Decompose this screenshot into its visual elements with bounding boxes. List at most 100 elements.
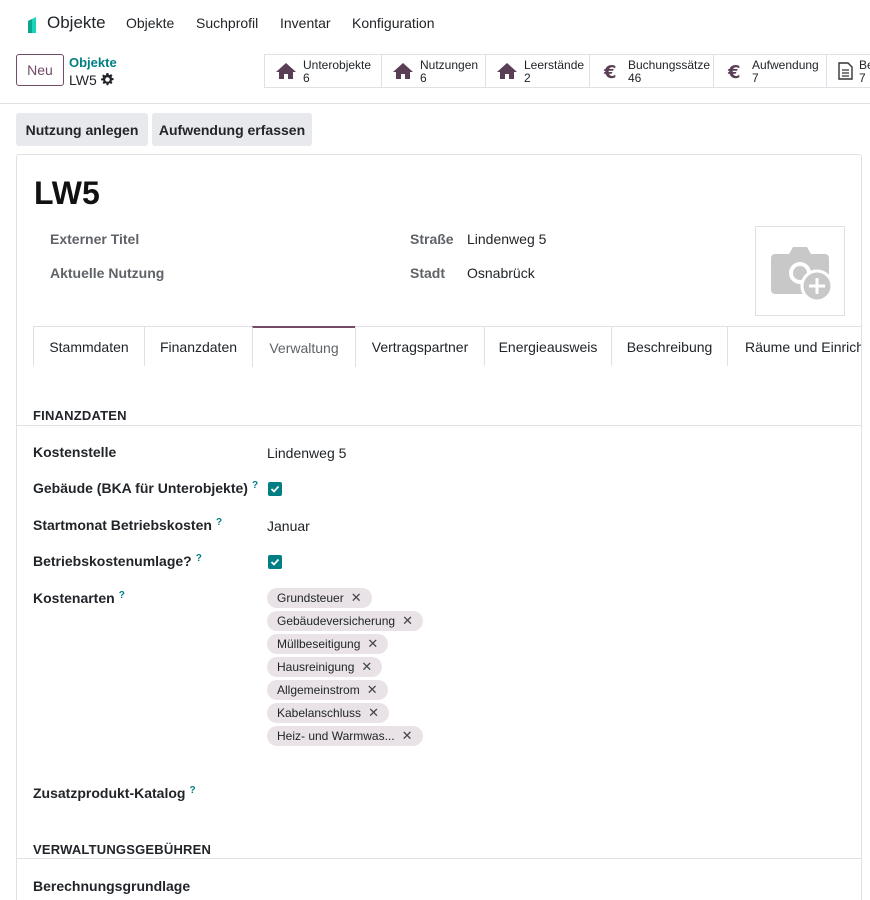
smart-button-label: Leerstände [524, 58, 585, 72]
remove-tag-icon[interactable]: ✕ [402, 613, 413, 629]
cost-type-tag: Hausreinigung ✕ [267, 657, 383, 677]
smart-button-partial[interactable]: Be 7 [827, 55, 870, 87]
checkmark-icon [270, 485, 280, 493]
document-icon [838, 62, 853, 80]
tag-label: Heiz- und Warmwas... [277, 729, 395, 743]
cost-types-label: Kostenarten? [33, 590, 125, 606]
smart-button-aufwendung[interactable]: € Aufwendung 7 [714, 55, 827, 87]
menu-konfiguration[interactable]: Konfiguration [352, 15, 435, 31]
menu-inventar[interactable]: Inventar [280, 15, 331, 31]
allocation-label: Betriebskostenumlage?? [33, 553, 202, 569]
smart-button-buchungssaetze[interactable]: € Buchungssätze 46 [590, 55, 714, 87]
home-icon [393, 63, 413, 79]
tag-label: Gebäudeversicherung [277, 614, 396, 628]
cost-type-tag: Heiz- und Warmwas... ✕ [267, 726, 423, 746]
form-tabs: Stammdaten Finanzdaten Verwaltung Vertra… [33, 326, 861, 367]
cost-center-label: Kostenstelle [33, 444, 117, 460]
current-usage-label: Aktuelle Nutzung [50, 265, 165, 281]
smart-button-label: Unterobjekte [303, 58, 372, 72]
new-button[interactable]: Neu [16, 54, 64, 86]
gear-icon[interactable] [101, 73, 114, 86]
building-checkbox[interactable] [268, 482, 282, 496]
top-navbar: Objekte Objekte Suchprofil Inventar Konf… [0, 0, 870, 46]
tag-label: Hausreinigung [277, 660, 355, 674]
help-tooltip-icon[interactable]: ? [119, 590, 125, 601]
help-tooltip-icon[interactable]: ? [216, 517, 222, 528]
menu-objekte[interactable]: Objekte [126, 15, 174, 31]
remove-tag-icon[interactable]: ✕ [368, 705, 379, 721]
tag-label: Allgemeinstrom [277, 683, 360, 697]
smart-button-count: 6 [420, 71, 427, 85]
record-expense-button[interactable]: Aufwendung erfassen [152, 113, 312, 146]
building-label: Gebäude (BKA für Unterobjekte)? [33, 480, 259, 496]
tab-stammdaten[interactable]: Stammdaten [33, 326, 145, 366]
remove-tag-icon[interactable]: ✕ [402, 728, 413, 744]
form-sheet: LW5 Externer Titel Aktuelle Nutzung Stra… [16, 154, 862, 900]
smart-button-count: 46 [628, 71, 642, 85]
smart-buttons: Unterobjekte 6 Nutzungen 6 Leerstände 2 … [264, 54, 870, 88]
tab-raeume[interactable]: Räume und Einricht [727, 326, 861, 366]
admin-fees-section-title: VERWALTUNGSGEBÜHREN [33, 842, 212, 857]
start-month-value[interactable]: Januar [267, 518, 310, 534]
app-name[interactable]: Objekte [47, 13, 106, 33]
breadcrumb-current: LW5 [69, 72, 97, 88]
home-icon [497, 63, 517, 79]
menu-suchprofil[interactable]: Suchprofil [196, 15, 258, 31]
street-value[interactable]: Lindenweg 5 [467, 231, 546, 247]
smart-button-label: Aufwendung [752, 58, 819, 72]
catalog-label: Zusatzprodukt-Katalog? [33, 785, 196, 801]
cost-type-tag: Allgemeinstrom ✕ [267, 680, 388, 700]
svg-text:€: € [727, 62, 741, 80]
city-label: Stadt [410, 265, 445, 281]
smart-button-unterobjekte[interactable]: Unterobjekte 6 [265, 55, 382, 87]
start-month-label: Startmonat Betriebskosten? [33, 517, 223, 533]
app-logo-icon[interactable] [26, 16, 38, 34]
smart-button-label: Nutzungen [420, 58, 479, 72]
street-label: Straße [410, 231, 454, 247]
section-divider [17, 858, 861, 859]
smart-button-count: 2 [524, 71, 531, 85]
external-title-label: Externer Titel [50, 231, 140, 247]
control-panel: Neu Objekte LW5 Unterobjekte 6 Nutzungen… [0, 46, 870, 104]
city-value[interactable]: Osnabrück [467, 265, 535, 281]
smart-button-label: Be [859, 58, 870, 72]
cost-type-tag: Grundsteuer ✕ [267, 588, 372, 608]
image-upload[interactable] [755, 226, 845, 316]
checkmark-icon [270, 558, 280, 566]
remove-tag-icon[interactable]: ✕ [351, 590, 362, 606]
smart-button-nutzungen[interactable]: Nutzungen 6 [382, 55, 486, 87]
help-tooltip-icon[interactable]: ? [252, 480, 258, 491]
tab-vertragspartner[interactable]: Vertragspartner [355, 326, 485, 366]
section-divider [17, 425, 861, 426]
calculation-basis-label: Berechnungsgrundlage [33, 878, 191, 894]
smart-button-label: Buchungssätze [628, 58, 711, 72]
tag-label: Kabelanschluss [277, 706, 362, 720]
smart-button-leerstaende[interactable]: Leerstände 2 [486, 55, 590, 87]
remove-tag-icon[interactable]: ✕ [361, 659, 372, 675]
remove-tag-icon[interactable]: ✕ [367, 636, 378, 652]
add-photo-icon [771, 247, 834, 302]
tab-energieausweis[interactable]: Energieausweis [484, 326, 612, 366]
help-tooltip-icon[interactable]: ? [189, 785, 195, 796]
home-icon [276, 63, 296, 79]
tag-label: Müllbeseitigung [277, 637, 361, 651]
euro-icon: € [603, 62, 617, 80]
cost-type-tag: Kabelanschluss ✕ [267, 703, 389, 723]
remove-tag-icon[interactable]: ✕ [367, 682, 378, 698]
tab-verwaltung[interactable]: Verwaltung [252, 326, 356, 367]
euro-icon: € [727, 62, 741, 80]
cost-center-value[interactable]: Lindenweg 5 [267, 445, 346, 461]
help-tooltip-icon[interactable]: ? [196, 553, 202, 564]
create-usage-button[interactable]: Nutzung anlegen [16, 113, 148, 146]
cost-type-tag: Gebäudeversicherung ✕ [267, 611, 423, 631]
breadcrumb-parent[interactable]: Objekte [69, 55, 117, 70]
allocation-checkbox[interactable] [268, 555, 282, 569]
finance-section-title: FINANZDATEN [33, 408, 127, 423]
tab-beschreibung[interactable]: Beschreibung [611, 326, 728, 366]
tab-finanzdaten[interactable]: Finanzdaten [144, 326, 253, 366]
smart-button-count: 7 [859, 71, 866, 85]
smart-button-count: 6 [303, 71, 310, 85]
svg-text:€: € [603, 62, 617, 80]
cost-type-tag: Müllbeseitigung ✕ [267, 634, 389, 654]
record-title[interactable]: LW5 [34, 175, 100, 212]
